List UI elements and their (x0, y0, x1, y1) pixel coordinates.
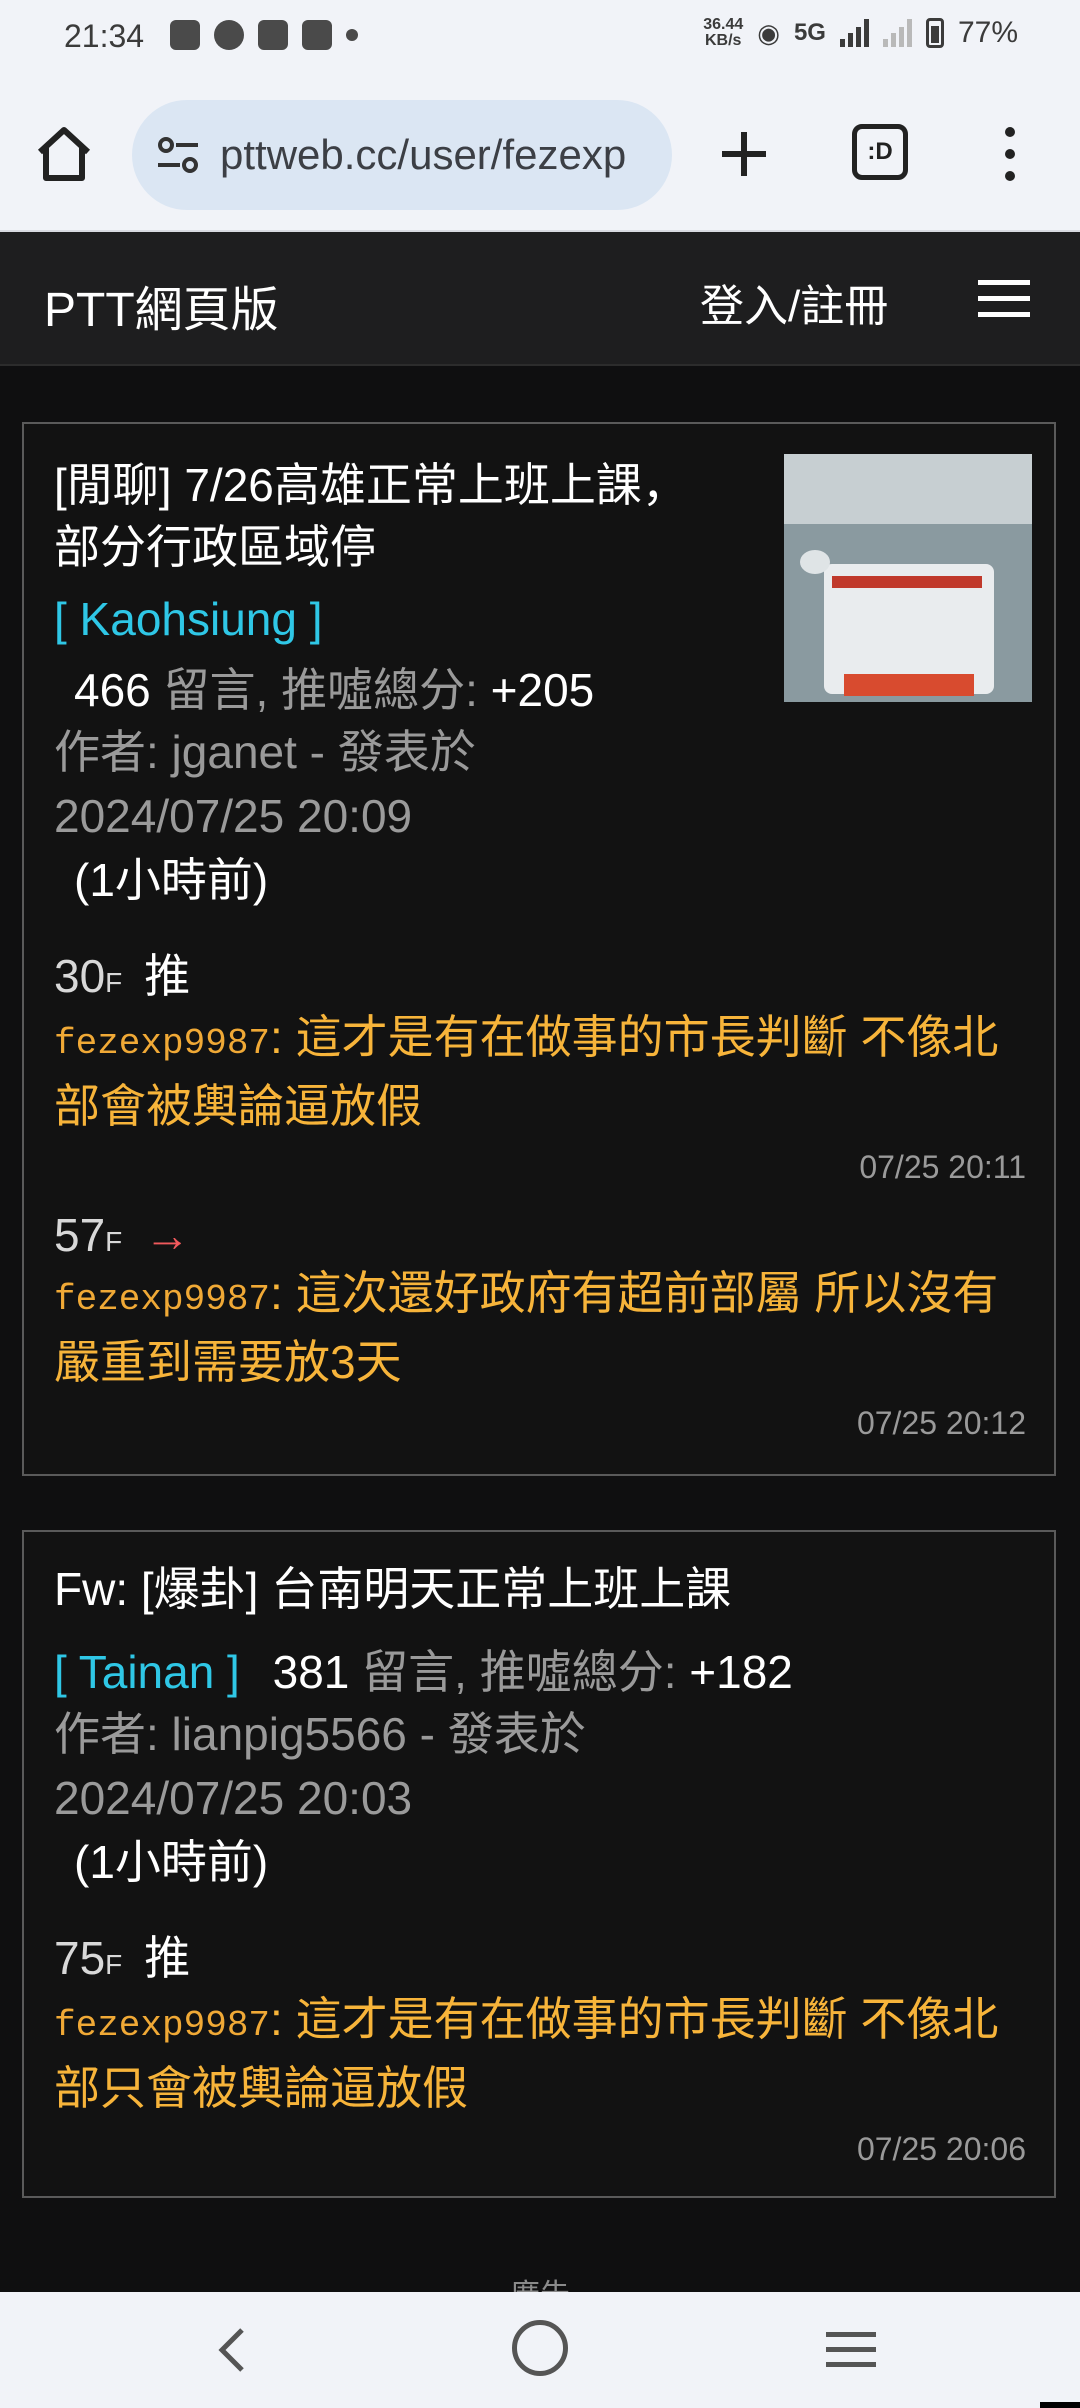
recent-apps-icon[interactable] (826, 2328, 876, 2372)
status-time: 21:34 (64, 18, 145, 54)
post-age: (1小時前) (74, 854, 269, 906)
comment-time: 07/25 20:12 (856, 1405, 1026, 1441)
post-date: 2024/07/25 20:09 (54, 790, 413, 842)
comment-user[interactable]: fezexp9987 (54, 1023, 270, 1064)
push-score: +205 (490, 664, 595, 716)
comment-user[interactable]: fezexp9987 (54, 2005, 270, 2046)
push-score: +182 (689, 1646, 793, 1698)
comment-text: fezexp9987: 這才是有在做事的市長判斷 不像北部只會被輿論逼放假 (54, 1993, 999, 2114)
comment-time: 07/25 20:06 (856, 2131, 1026, 2167)
system-nav-bar (0, 2292, 1080, 2408)
comments-label: 留言, 推噓總分: (163, 664, 478, 716)
comment-floor: 57F → (54, 1209, 191, 1261)
comment-floor: 75F 推 (54, 1932, 191, 1984)
notification-icons (170, 20, 358, 50)
board-tag[interactable]: [ Tainan ] (54, 1646, 240, 1698)
signal-secondary-icon (882, 19, 912, 47)
hamburger-menu-icon[interactable] (978, 278, 1030, 318)
post-date: 2024/07/25 20:03 (54, 1772, 413, 1824)
comment-count: 466 (74, 664, 151, 716)
site-title[interactable]: PTT網頁版 (44, 270, 279, 340)
line-icon (214, 20, 244, 50)
site-header: PTT網頁版 登入/註冊 (0, 232, 1080, 366)
url-text[interactable]: pttweb.cc/user/fezexp (220, 131, 650, 179)
comment-time: 07/25 20:11 (859, 1149, 1026, 1185)
comment-text: fezexp9987: 這次還好政府有超前部屬 所以沒有嚴重到需要放3天 (54, 1267, 999, 1388)
youtube-icon (258, 20, 288, 50)
comments-label: 留言, 推噓總分: (362, 1646, 677, 1698)
app-notification-icon (170, 20, 200, 50)
back-icon[interactable] (204, 2320, 264, 2380)
author-line: 作者: jganet - 發表於 (54, 726, 476, 778)
home-circle-icon[interactable] (512, 2320, 568, 2376)
comment-text: fezexp9987: 這才是有在做事的市長判斷 不像北部會被輿論逼放假 (54, 1011, 999, 1132)
site-settings-icon[interactable] (152, 129, 204, 181)
tab-switcher-glyph: :D (867, 138, 893, 165)
login-register-link[interactable]: 登入/註冊 (700, 270, 888, 334)
hotspot-icon: ◉ (757, 17, 780, 48)
post-stats: 466 留言, 推噓總分: +205 (54, 654, 1026, 720)
address-bar[interactable]: pttweb.cc/user/fezexp (132, 100, 672, 210)
network-type: 5G (793, 19, 826, 46)
signal-icon (839, 19, 869, 47)
network-speed: 36.44 KB/s (703, 16, 744, 49)
post-age: (1小時前) (74, 1836, 269, 1888)
battery-percent: 77% (957, 16, 1018, 49)
comment-floor: 30F 推 (54, 950, 191, 1002)
battery-icon (925, 18, 944, 48)
post-stats: [ Tainan ] 381 留言, 推噓總分: +182 (54, 1636, 1026, 1702)
comment-count: 381 (272, 1646, 350, 1698)
board-tag[interactable]: [ Kaohsiung ] (54, 593, 323, 645)
more-menu-icon[interactable] (990, 122, 1030, 186)
home-icon[interactable] (30, 120, 98, 188)
tab-switcher-button[interactable]: :D (852, 124, 908, 180)
status-bar: 21:34 36.44 KB/s ◉ 5G 77% (0, 0, 1080, 78)
arrow-tag: → (144, 1209, 191, 1261)
push-tag: 推 (144, 1932, 191, 1984)
browser-toolbar: pttweb.cc/user/fezexp :D (0, 78, 1080, 232)
post-card[interactable]: [閒聊] 7/26高雄正常上班上課，部分行政區域停 [ Kaohsiung ] … (22, 422, 1056, 1476)
post-title[interactable]: Fw: [爆卦] 台南明天正常上班上課 (54, 1558, 1026, 1620)
author-line: 作者: lianpig5566 - 發表於 (54, 1708, 586, 1760)
push-tag: 推 (144, 950, 191, 1002)
more-notifications-icon (346, 29, 358, 41)
gallery-icon (302, 20, 332, 50)
new-tab-icon[interactable] (710, 120, 778, 188)
post-title[interactable]: [閒聊] 7/26高雄正常上班上課，部分行政區域停 (54, 454, 694, 578)
corner-indicator (1040, 2402, 1080, 2408)
comment-user[interactable]: fezexp9987 (54, 1279, 270, 1320)
post-card[interactable]: Fw: [爆卦] 台南明天正常上班上課 [ Tainan ] 381 留言, 推… (22, 1530, 1056, 2198)
status-indicators: 36.44 KB/s ◉ 5G 77% (703, 16, 1018, 50)
